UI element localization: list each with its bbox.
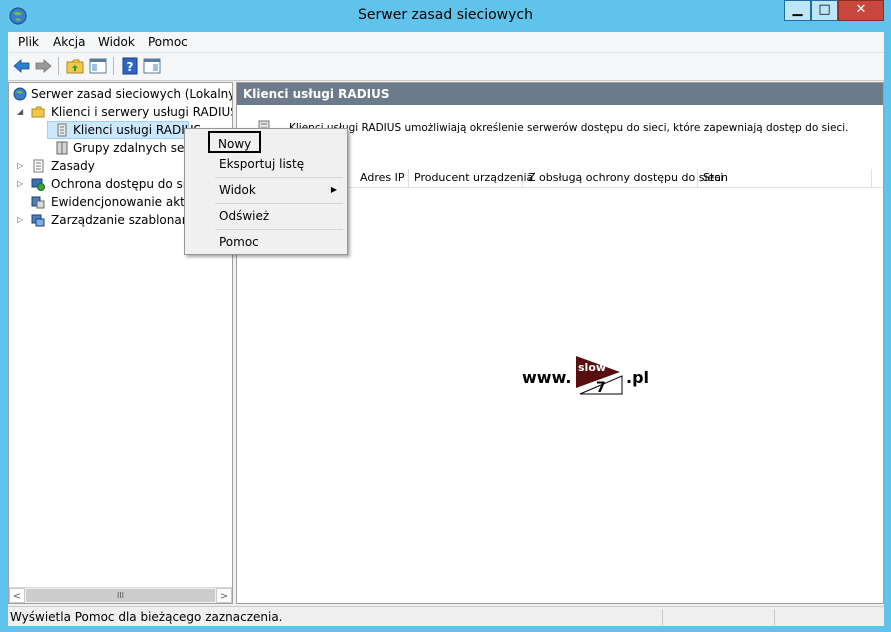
forward-arrow-icon[interactable] [33, 56, 53, 76]
templates-icon [31, 214, 45, 227]
maximize-icon: □ [818, 2, 831, 17]
status-text: Wyświetla Pomoc dla bieżącego zaznaczeni… [10, 610, 283, 624]
context-item-view[interactable]: Widok ▶ [187, 179, 345, 201]
tree-item-label: Zasady [51, 159, 95, 173]
server-group-icon [56, 141, 68, 155]
maximize-button[interactable]: □ [811, 0, 838, 21]
accounting-icon [31, 196, 45, 209]
watermark-prefix: www. [522, 368, 572, 387]
expand-arrow-icon[interactable]: ▷ [17, 175, 27, 193]
toolbar: ? [8, 53, 884, 81]
policy-icon [33, 159, 44, 173]
tree-item-label: Ewidencjonowanie aktyw [51, 195, 202, 209]
up-folder-icon[interactable] [65, 56, 85, 76]
pane-header: Klienci usługi RADIUS [237, 83, 883, 105]
status-bar: Wyświetla Pomoc dla bieżącego zaznaczeni… [8, 606, 884, 626]
context-item-refresh[interactable]: Odśwież [187, 205, 345, 227]
status-divider [662, 609, 663, 625]
context-item-view-label: Widok [219, 183, 256, 197]
back-arrow-icon[interactable] [12, 56, 32, 76]
title-bar: Serwer zasad sieciowych ▁ □ ✕ [0, 0, 891, 32]
context-item-help[interactable]: Pomoc [187, 231, 345, 253]
status-divider [774, 609, 775, 625]
minimize-icon: ▁ [792, 2, 803, 17]
menu-view[interactable]: Widok [98, 35, 135, 49]
menu-separator [215, 203, 343, 204]
window-title: Serwer zasad sieciowych [358, 7, 533, 23]
tree-item-label: Klienci usługi RADIUS [73, 123, 202, 137]
watermark-logo-text: slow [578, 361, 606, 374]
client-area: Plik Akcja Widok Pomoc ? Serwer zasad si… [8, 32, 884, 626]
menu-separator [215, 177, 343, 178]
server-icon [13, 87, 27, 101]
document-icon [57, 123, 67, 137]
app-window: Serwer zasad sieciowych ▁ □ ✕ Plik Akcja… [0, 0, 891, 632]
help-icon[interactable]: ? [120, 56, 140, 76]
tree-item-label: Zarządzanie szablonami [51, 213, 197, 227]
watermark-logo: slow 7 [576, 356, 623, 396]
context-item-new[interactable]: Nowy [208, 131, 261, 153]
watermark: www. slow 7 .pl [522, 354, 692, 399]
context-menu: Nowy Eksportuj listę Widok ▶ Odśwież Pom… [184, 128, 348, 255]
tree-item-label: Klienci i serwery usługi RADIUS [51, 105, 233, 119]
watermark-suffix: .pl [626, 368, 650, 387]
scroll-thumb[interactable]: III [26, 589, 215, 602]
menu-bar: Plik Akcja Widok Pomoc [8, 32, 884, 53]
tree-item-label: Serwer zasad sieciowych (Lokalny) [31, 87, 233, 101]
watermark-logo-number: 7 [596, 380, 606, 396]
scroll-left-button[interactable]: < [9, 588, 25, 603]
svg-text:?: ? [127, 60, 134, 74]
close-icon: ✕ [855, 2, 867, 17]
column-status[interactable]: Stan [698, 169, 872, 187]
context-item-export-list[interactable]: Eksportuj listę [187, 153, 345, 175]
action-pane-icon[interactable] [142, 56, 162, 76]
console-tree-icon[interactable] [88, 56, 108, 76]
scroll-right-button[interactable]: > [216, 588, 232, 603]
horizontal-scrollbar[interactable]: < III > [9, 587, 232, 603]
menu-separator [215, 229, 343, 230]
tree-item-label: Ochrona dostępu do siec [51, 177, 201, 191]
folder-icon [31, 106, 45, 118]
menu-action[interactable]: Akcja [53, 35, 85, 49]
column-nap-capable[interactable]: Z obsługą ochrony dostępu do sieci [523, 169, 723, 187]
expand-arrow-icon[interactable]: ▷ [17, 211, 27, 229]
submenu-arrow-icon: ▶ [330, 185, 337, 194]
toolbar-separator [58, 57, 59, 75]
menu-help[interactable]: Pomoc [148, 35, 188, 49]
expand-arrow-icon[interactable]: ▷ [17, 157, 27, 175]
column-vendor[interactable]: Producent urządzenia [409, 169, 533, 187]
close-button[interactable]: ✕ [838, 0, 884, 21]
collapse-arrow-icon[interactable]: ◢ [17, 103, 27, 121]
toolbar-separator [113, 57, 114, 75]
column-ip-address[interactable]: Adres IP [355, 169, 409, 187]
shield-icon [31, 178, 45, 191]
pane-description: Klienci usługi RADIUS umożliwiają określ… [289, 122, 849, 134]
menu-file[interactable]: Plik [18, 35, 39, 49]
minimize-button[interactable]: ▁ [784, 0, 811, 21]
